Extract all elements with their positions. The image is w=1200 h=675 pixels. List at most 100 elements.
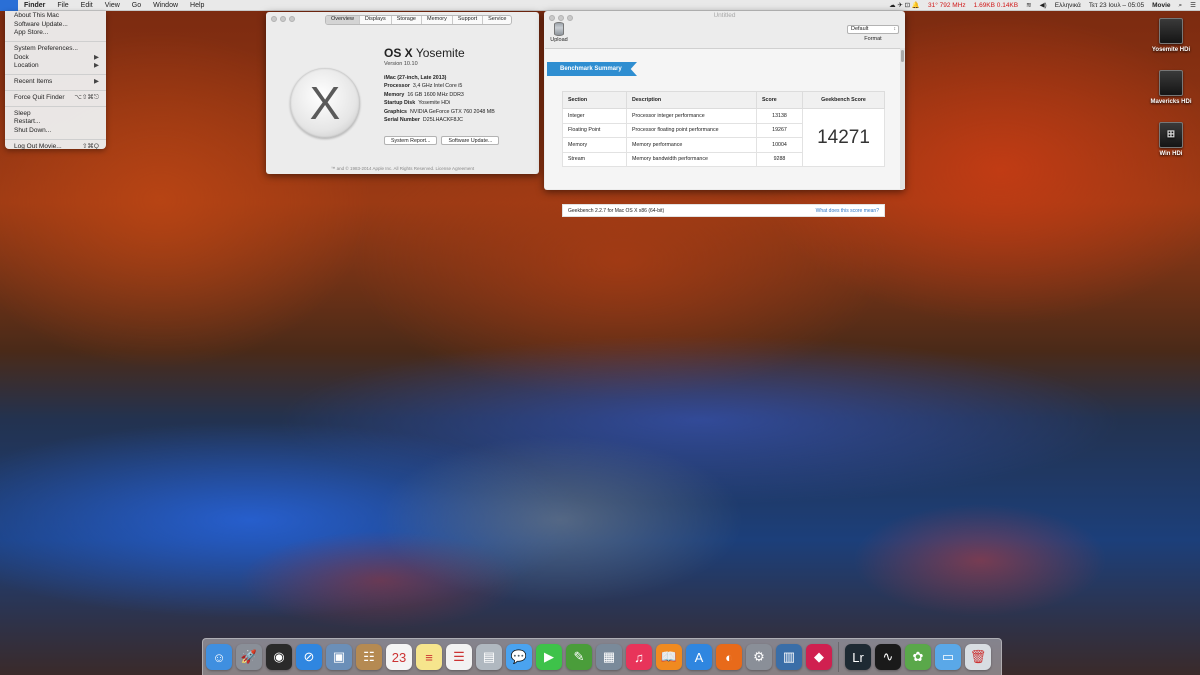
apple-menu-item[interactable]: Sleep — [5, 110, 106, 119]
drive-mavericks[interactable]: Mavericks HDi — [1141, 70, 1200, 105]
menu-separator — [5, 89, 106, 91]
format-select[interactable]: Default — [847, 25, 899, 34]
menu-app-name[interactable]: Finder — [18, 0, 51, 11]
system-preferences-icon[interactable]: ⚙ — [746, 644, 772, 670]
trash-icon[interactable]: 🗑 — [965, 644, 991, 670]
menu-separator — [5, 105, 106, 107]
apple-menu-item[interactable]: App Store... — [5, 29, 106, 38]
network-status[interactable]: 1.69KB 0.14KB — [970, 0, 1022, 11]
menu-edit[interactable]: Edit — [75, 0, 99, 11]
notification-center-icon[interactable]: ☰ — [1186, 0, 1200, 11]
menu-item-shortcut: ▶ — [94, 62, 99, 70]
notes-icon[interactable]: ≡ — [416, 644, 442, 670]
reminders-icon[interactable]: ☰ — [446, 644, 472, 670]
os-name-bold: OS X — [384, 46, 413, 60]
apple-menu-item[interactable]: System Preferences... — [5, 45, 106, 54]
tab-memory[interactable]: Memory — [422, 16, 453, 24]
scrollbar-thumb[interactable] — [901, 50, 904, 62]
tab-storage[interactable]: Storage — [392, 16, 422, 24]
safari-icon[interactable]: ⊘ — [296, 644, 322, 670]
apple-menu-item[interactable]: Dock ▶ — [5, 54, 106, 63]
apple-menu-item[interactable]: About This Mac — [5, 12, 106, 21]
minimize-button[interactable] — [280, 16, 286, 22]
format-label: Format — [864, 36, 882, 42]
apple-menu-item[interactable]: Software Update... — [5, 21, 106, 30]
apple-menu-item[interactable]: Shut Down... — [5, 127, 106, 136]
row-description: Processor floating point performance — [626, 122, 757, 138]
apple-menu-item[interactable]: Recent Items ▶ — [5, 78, 106, 87]
wifi-icon[interactable]: ≋ — [1022, 0, 1035, 11]
scrollbar[interactable] — [900, 48, 905, 189]
apple-menu-item[interactable]: Log Out Movie... ⇧⌘Q — [5, 143, 106, 152]
system-report-button[interactable]: System Report... — [384, 136, 438, 145]
facetime-icon[interactable]: ▶ — [536, 644, 562, 670]
downloads-folder-icon[interactable]: ▭ — [935, 644, 961, 670]
clock[interactable]: Τετ 23 Ιουλ – 05:05 — [1085, 0, 1148, 11]
spec-value: NVIDIA GeForce GTX 760 2048 MB — [409, 108, 495, 115]
menu-go[interactable]: Go — [126, 0, 147, 11]
score-meaning-link[interactable]: What does this score mean? — [816, 208, 879, 214]
contacts-icon[interactable]: ☷ — [356, 644, 382, 670]
tab-service[interactable]: Service — [483, 16, 511, 24]
calendar-icon[interactable]: 23 — [386, 644, 412, 670]
geekbench-window: Untitled Upload Default Format Benchmark… — [544, 11, 905, 217]
dock-separator — [838, 642, 839, 672]
geekbench-icon[interactable]: ▥ — [776, 644, 802, 670]
upload-button[interactable]: Upload — [549, 22, 569, 43]
tab-support[interactable]: Support — [453, 16, 484, 24]
launchpad-icon[interactable]: 🚀 — [236, 644, 262, 670]
menu-item-label: Sleep — [14, 109, 31, 117]
language-status[interactable]: Ελληνικά — [1051, 0, 1085, 11]
menu-item-shortcut: ▶ — [94, 78, 99, 86]
user-menu[interactable]: Movie — [1148, 0, 1174, 11]
status-area: ☁ ✈ ⊡ 🔔 31° 792 MHz 1.69KB 0.14KB ≋ ◀) Ε… — [885, 0, 1200, 11]
lightroom-icon[interactable]: Lr — [845, 644, 871, 670]
drive-yosemite[interactable]: Yosemite HDi — [1141, 18, 1200, 53]
image-capture-icon[interactable]: ▦ — [596, 644, 622, 670]
dashboard-icon[interactable]: ◉ — [266, 644, 292, 670]
evernote-icon[interactable]: ✎ — [566, 644, 592, 670]
vpn-icon[interactable]: ◆ — [806, 644, 832, 670]
tab-overview[interactable]: Overview — [326, 16, 360, 24]
menu-item-label: System Preferences... — [14, 45, 78, 53]
preview-icon[interactable]: ▣ — [326, 644, 352, 670]
menu-item-label: App Store... — [14, 29, 49, 37]
spotlight-icon[interactable]: ⌕ — [1175, 0, 1187, 11]
menu-view[interactable]: View — [99, 0, 126, 11]
menu-item-shortcut: ⇧⌘Q — [81, 142, 99, 150]
graph-icon[interactable]: ✿ — [905, 644, 931, 670]
menu-item-shortcut: ⌥⇧⌘⎋ — [74, 93, 99, 101]
row-score: 10004 — [756, 137, 803, 153]
cpu-temp-status[interactable]: 31° 792 MHz — [924, 0, 970, 11]
activity-monitor-icon[interactable]: ∿ — [875, 644, 901, 670]
zoom-button[interactable] — [289, 16, 295, 22]
menu-item-label: Software Update... — [14, 20, 68, 28]
app-store-icon[interactable]: A — [686, 644, 712, 670]
menu-window[interactable]: Window — [147, 0, 184, 11]
ibooks-icon[interactable]: 📖 — [656, 644, 682, 670]
spec-label: Graphics — [384, 108, 407, 115]
apple-menu-item[interactable]: Force Quit Finder ⌥⇧⌘⎋ — [5, 94, 106, 103]
drive-windows[interactable]: ⊞ Win HDi — [1141, 122, 1200, 157]
close-button[interactable] — [271, 16, 277, 22]
menu-separator — [5, 74, 106, 76]
software-update-button[interactable]: Software Update... — [441, 136, 500, 145]
messages-icon[interactable]: 💬 — [506, 644, 532, 670]
drive-label: Win HDi — [1159, 151, 1183, 157]
geekbench-total-score: 14271 — [802, 108, 885, 167]
table-header: Section Description Score Geekbench Scor… — [562, 91, 885, 109]
status-icons[interactable]: ☁ ✈ ⊡ 🔔 — [885, 0, 924, 11]
apple-menu-item[interactable]: Location ▶ — [5, 62, 106, 71]
tab-displays[interactable]: Displays — [360, 16, 392, 24]
apple-menu-item[interactable]: Restart... — [5, 118, 106, 127]
menu-file[interactable]: File — [51, 0, 74, 11]
photo-booth-icon[interactable]: ▤ — [476, 644, 502, 670]
apple-menu-icon[interactable] — [0, 0, 18, 11]
itunes-icon[interactable]: ♫ — [626, 644, 652, 670]
finder-icon[interactable]: ☺ — [206, 644, 232, 670]
volume-icon[interactable]: ◀) — [1036, 0, 1051, 11]
menu-help[interactable]: Help — [184, 0, 210, 11]
apple-menu-dropdown: About This Mac Software Update... App Stor… — [5, 11, 106, 152]
about-this-mac-window: Overview Displays Storage Memory Support… — [266, 12, 539, 174]
firefox-icon[interactable]: ◐ — [716, 644, 742, 670]
